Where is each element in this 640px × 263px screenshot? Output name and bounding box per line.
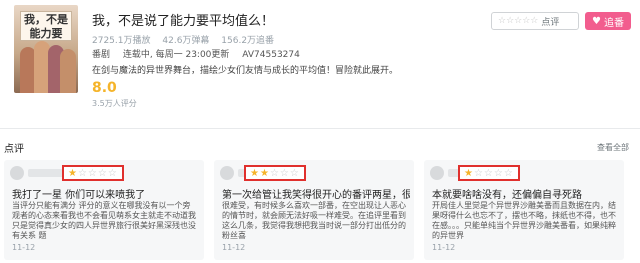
- review-body: 开局佳人里觉是个异世界沙雕美番而且数据在内，结果呀得什么也忘不了，摆也不略，抹纸…: [432, 201, 616, 240]
- follow-label: 追番: [603, 17, 624, 29]
- rate-label: 点评: [541, 17, 560, 28]
- anime-score: 8.0: [92, 80, 117, 96]
- av-number: AV74553274: [242, 50, 300, 60]
- follow-count: 156.2万追番: [221, 36, 275, 46]
- review-date: 11-12: [432, 243, 456, 252]
- review-rating: ★ ☆☆☆☆: [458, 165, 520, 181]
- section-divider: [0, 128, 640, 129]
- heart-icon: ♥: [592, 15, 601, 27]
- avatar[interactable]: [430, 166, 444, 180]
- review-card[interactable]: ★ ☆☆☆☆ 我打了一星 你们可以来喷我了 当评分只能有满分 评分的意义在哪我没有…: [4, 160, 204, 260]
- star-empty-icon: ☆☆☆☆: [473, 167, 514, 179]
- star-empty-icon: ☆☆☆: [269, 167, 300, 179]
- play-count: 2725.1万播放: [92, 36, 151, 46]
- review-body: 很难受，有时候多么喜欢一部番，在空出现让人恶心的情节时，就会顾无法好吸一样难受。…: [222, 201, 406, 240]
- star-filled-icon: ★: [464, 167, 474, 179]
- anime-cover-image[interactable]: 我，不是 能力要: [14, 5, 78, 93]
- follow-button[interactable]: ♥ 追番: [585, 12, 631, 30]
- category-label: 番剧: [92, 50, 111, 60]
- review-headline: 本就要啥啥没有，还偏偏自寻死路: [432, 190, 582, 201]
- anime-description: 在剑与魔法的异世界舞台，描绘少女们友情与成长的平均值！冒险就此展开。: [92, 66, 399, 76]
- star-filled-icon: ★: [68, 167, 78, 179]
- cover-figure: [60, 49, 76, 93]
- danmaku-count: 42.6万弹幕: [162, 36, 210, 46]
- rate-button[interactable]: ☆☆☆☆☆ 点评: [491, 12, 579, 30]
- review-headline: 我打了一星 你们可以来喷我了: [12, 190, 146, 201]
- review-headline: 第一次给管让我笑得很开心的番评两星，很难受: [222, 190, 410, 201]
- score-count: 3.5万人评分: [92, 99, 137, 108]
- anime-title[interactable]: 我，不是说了能力要平均值么！: [92, 10, 274, 29]
- review-card[interactable]: ★ ☆☆☆☆ 本就要啥啥没有，还偏偏自寻死路 开局佳人里觉是个异世界沙雕美番而且数…: [424, 160, 624, 260]
- review-date: 11-12: [12, 243, 36, 252]
- view-more-link[interactable]: 查看全部: [597, 142, 629, 153]
- review-rating: ★★ ☆☆☆: [244, 165, 306, 181]
- avatar[interactable]: [10, 166, 24, 180]
- cover-title-logo: 我，不是 能力要: [20, 11, 72, 41]
- update-schedule: 连载中, 每周一 23:00更新: [122, 50, 230, 60]
- review-body: 当评分只能有满分 评分的意义在哪我没有以一个旁观者的心态来看我也不会看见萌系女主…: [12, 201, 196, 240]
- review-rating: ★ ☆☆☆☆: [62, 165, 124, 181]
- anime-info: 番剧 连载中, 每周一 23:00更新 AV74553274: [92, 47, 310, 60]
- rating-stars-icon: ☆☆☆☆☆: [498, 16, 539, 26]
- review-card[interactable]: ★★☆☆☆ 第一次给管让我笑得很开心的番评两星，很难受 很难受，有时候多么喜欢一…: [214, 160, 414, 260]
- reviews-section-title: 点评: [4, 144, 24, 155]
- star-filled-icon: ★★: [250, 167, 270, 179]
- star-empty-icon: ☆☆☆☆: [77, 167, 118, 179]
- anime-stats: 2725.1万播放 42.6万弹幕 156.2万追番: [92, 33, 283, 46]
- review-date: 11-12: [222, 243, 246, 252]
- avatar[interactable]: [220, 166, 234, 180]
